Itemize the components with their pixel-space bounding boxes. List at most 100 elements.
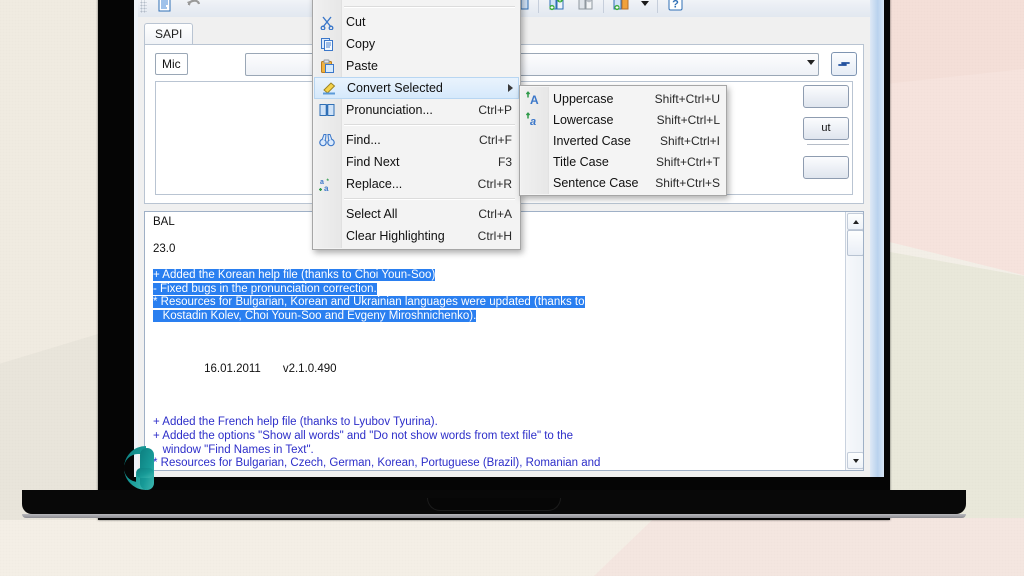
menu-item-replace[interactable]: a * a Replace... Ctrl+R: [313, 173, 520, 195]
menu-item-pronunciation[interactable]: Pronunciation... Ctrl+P: [313, 99, 520, 121]
scroll-up-button[interactable]: [847, 213, 863, 230]
context-menu: Undo Ctrl+Z Cut: [312, 0, 521, 250]
submenu-label: Uppercase: [553, 91, 614, 106]
action-button-3[interactable]: [803, 156, 849, 179]
submenu-label: Inverted Case: [553, 133, 631, 148]
caret-up-icon: [852, 219, 859, 224]
submenu-item-lowercase[interactable]: a Lowercase Shift+Ctrl+L: [520, 109, 726, 130]
selected-text-4: Kostadin Kolev, Choi Youn-Soo and Evgeny…: [153, 309, 477, 322]
tab-sapi[interactable]: SAPI: [144, 23, 194, 45]
menu-label: Find Next: [346, 155, 400, 169]
menu-accel: Ctrl+H: [477, 229, 512, 243]
chevron-down-icon[interactable]: [807, 60, 815, 65]
release-header: 16.01.2011 v2.1.0.490: [153, 350, 839, 391]
menu-label: Replace...: [346, 177, 403, 191]
submenu-accel: Shift+Ctrl+U: [654, 91, 720, 106]
menu-item-copy[interactable]: Copy: [313, 33, 520, 55]
selected-line-1: + Added the Korean help file (thanks to …: [153, 269, 839, 283]
help-icon[interactable]: ?: [662, 0, 689, 16]
laptop-screen: ? SAPI Mic ut BAL 23.0 + Added the Korea…: [134, 0, 884, 477]
submenu-label: Lowercase: [553, 112, 614, 127]
selected-text-3: * Resources for Bulgarian, Korean and Uk…: [153, 296, 585, 309]
submenu-accel: Shift+Ctrl+S: [655, 175, 720, 190]
submenu-item-title-case[interactable]: Title Case Shift+Ctrl+T: [520, 151, 726, 172]
submenu-accel: Shift+Ctrl+I: [659, 133, 720, 148]
book-dropdown-icon[interactable]: [608, 0, 635, 16]
brand-logo-g: [106, 436, 168, 500]
release-date: 16.01.2011: [204, 363, 261, 376]
toolbar-separator-5: [657, 0, 658, 13]
action-button-1[interactable]: [803, 85, 849, 108]
release-version: v2.1.0.490: [282, 363, 337, 376]
menu-item-find[interactable]: Find... Ctrl+F: [313, 129, 520, 151]
scissors-icon: [317, 13, 337, 31]
menu-label: Convert Selected: [347, 81, 443, 95]
menu-label: Select All: [346, 207, 398, 221]
menu-item-convert-selected[interactable]: Convert Selected: [314, 77, 519, 99]
submenu-accel: Shift+Ctrl+T: [655, 154, 720, 169]
chevron-down-icon[interactable]: [637, 0, 653, 16]
changelog-panel: BAL 23.0 + Added the Korean help file (t…: [144, 211, 864, 471]
toolbar-separator-3: [538, 0, 539, 13]
changelog-text[interactable]: BAL 23.0 + Added the Korean help file (t…: [145, 212, 845, 470]
action-button-2[interactable]: ut: [803, 117, 849, 140]
menu-item-cut[interactable]: Cut: [313, 11, 520, 33]
menu-item-find-next[interactable]: Find Next F3: [313, 151, 520, 173]
menu-accel: Ctrl+P: [478, 103, 512, 117]
document-icon[interactable]: [151, 0, 178, 16]
book-open-icon: [317, 101, 337, 119]
toolbar-grip[interactable]: [140, 0, 147, 13]
selected-line-2: - Fixed bugs in the pronunciation correc…: [153, 282, 839, 297]
selected-line-4: Kostadin Kolev, Choi Youn-Soo and Evgeny…: [153, 309, 839, 324]
chevron-right-icon: [508, 84, 513, 92]
changelog-entry-3: window "Find Names in Text".: [153, 443, 314, 456]
menu-accel: F3: [497, 155, 512, 169]
uppercase-icon: A: [524, 90, 544, 108]
menu-item-undo[interactable]: Undo Ctrl+Z: [313, 0, 520, 3]
menu-label: Copy: [346, 37, 376, 51]
laptop-base-notch: [427, 498, 561, 511]
submenu-item-sentence-case[interactable]: Sentence Case Shift+Ctrl+S: [520, 172, 726, 193]
menu-item-clear-highlighting[interactable]: Clear Highlighting Ctrl+H: [313, 225, 520, 247]
menu-label: Pronunciation...: [346, 103, 433, 117]
laptop-mockup: ? SAPI Mic ut BAL 23.0 + Added the Korea…: [22, 0, 966, 520]
menu-item-paste[interactable]: Paste: [313, 55, 520, 77]
submenu-item-inverted-case[interactable]: Inverted Case Shift+Ctrl+I: [520, 130, 726, 151]
menu-accel: Ctrl+A: [478, 207, 512, 221]
toolbar-separator-4: [603, 0, 604, 13]
convert-selected-submenu: A Uppercase Shift+Ctrl+U a Lowercase Shi…: [519, 85, 727, 196]
menu-label: Clear Highlighting: [346, 229, 445, 243]
selected-line-3: * Resources for Bulgarian, Korean and Uk…: [153, 296, 839, 310]
menu-accel: Ctrl+F: [479, 133, 512, 147]
lowercase-icon: a: [524, 111, 544, 129]
svg-text:a: a: [324, 184, 329, 192]
vertical-scrollbar[interactable]: [845, 212, 863, 470]
submenu-accel: Shift+Ctrl+L: [656, 112, 720, 127]
menu-separator-2: [344, 124, 515, 126]
menu-label: Paste: [346, 59, 378, 73]
changelog-entry-4: * Resources for Bulgarian, Czech, German…: [153, 457, 601, 470]
submenu-label: Title Case: [553, 154, 609, 169]
svg-text:A: A: [530, 93, 539, 106]
binoculars-icon: [317, 131, 337, 149]
svg-text:?: ?: [672, 0, 679, 11]
undo-icon: [180, 0, 207, 16]
copy-icon: [317, 35, 337, 53]
menu-accel: Ctrl+R: [477, 177, 512, 191]
menu-item-select-all[interactable]: Select All Ctrl+A: [313, 203, 520, 225]
menu-separator-3: [344, 198, 515, 200]
changelog-entry-1: + Added the French help file (thanks to …: [153, 416, 438, 429]
menu-label: Cut: [346, 15, 366, 29]
submenu-item-uppercase[interactable]: A Uppercase Shift+Ctrl+U: [520, 88, 726, 109]
refresh-button[interactable]: [831, 52, 857, 76]
scroll-down-button[interactable]: [847, 452, 863, 469]
add-book-icon[interactable]: [543, 0, 570, 16]
changelog-entry-2: + Added the options "Show all words" and…: [153, 429, 574, 442]
undo-icon: [317, 0, 337, 1]
scrollbar-thumb[interactable]: [847, 230, 863, 256]
remove-book-icon[interactable]: [572, 0, 599, 16]
svg-text:a: a: [530, 116, 536, 127]
submenu-label: Sentence Case: [553, 175, 639, 190]
selected-text-2: - Fixed bugs in the pronunciation correc…: [153, 282, 377, 295]
voice-label: Mic: [155, 53, 188, 75]
